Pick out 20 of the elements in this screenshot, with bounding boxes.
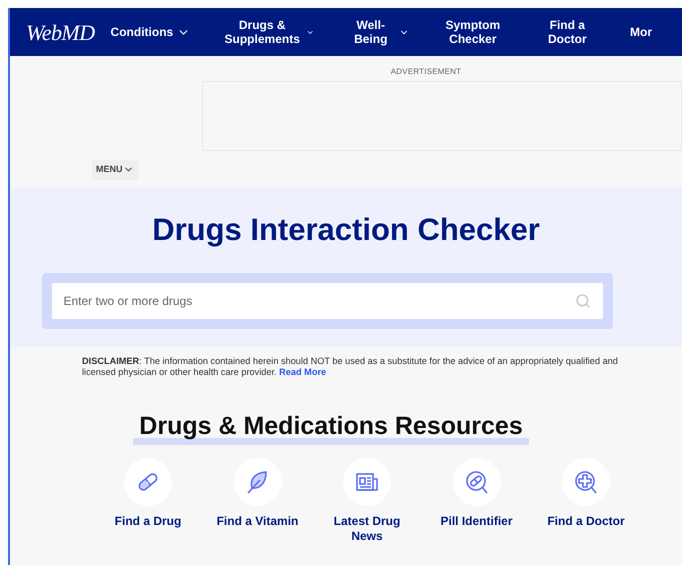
nav-item[interactable]: Mor	[628, 25, 654, 39]
resource-link[interactable]: Find a Vitamin	[212, 514, 302, 529]
resource-link[interactable]: Find a Drug	[103, 514, 193, 529]
resource-link[interactable]: Latest Drug News	[322, 514, 412, 544]
read-more-link[interactable]: Read More	[279, 367, 326, 377]
disclaimer: DISCLAIMER: The information contained herein should NOT be used as a substitute for the advice of an appropriately qualified and licensed physician or other health care provider. Read More	[82, 356, 619, 378]
nav-item[interactable]: Symptom Checker	[439, 18, 507, 46]
nav-item[interactable]: Drugs & Supplements	[220, 18, 317, 46]
nav-item[interactable]: Find a Doctor	[534, 18, 600, 46]
nav-item[interactable]: Conditions	[108, 25, 192, 39]
resource-link[interactable]: Find a Doctor	[541, 514, 631, 529]
search-field[interactable]: Enter two or more drugs	[52, 283, 602, 319]
advertisement-label: ADVERTISEMENT	[390, 66, 462, 78]
logo[interactable]: WebMD	[26, 16, 95, 48]
search-icon	[574, 293, 590, 309]
menu-button[interactable]: MENU	[92, 160, 138, 180]
page-title: Drugs Interaction Checker	[152, 210, 540, 249]
nav-item[interactable]: Well-Being	[344, 18, 412, 46]
section-title: Drugs & Medications Resources	[139, 414, 523, 438]
resource-link[interactable]: Pill Identifier	[432, 514, 522, 529]
